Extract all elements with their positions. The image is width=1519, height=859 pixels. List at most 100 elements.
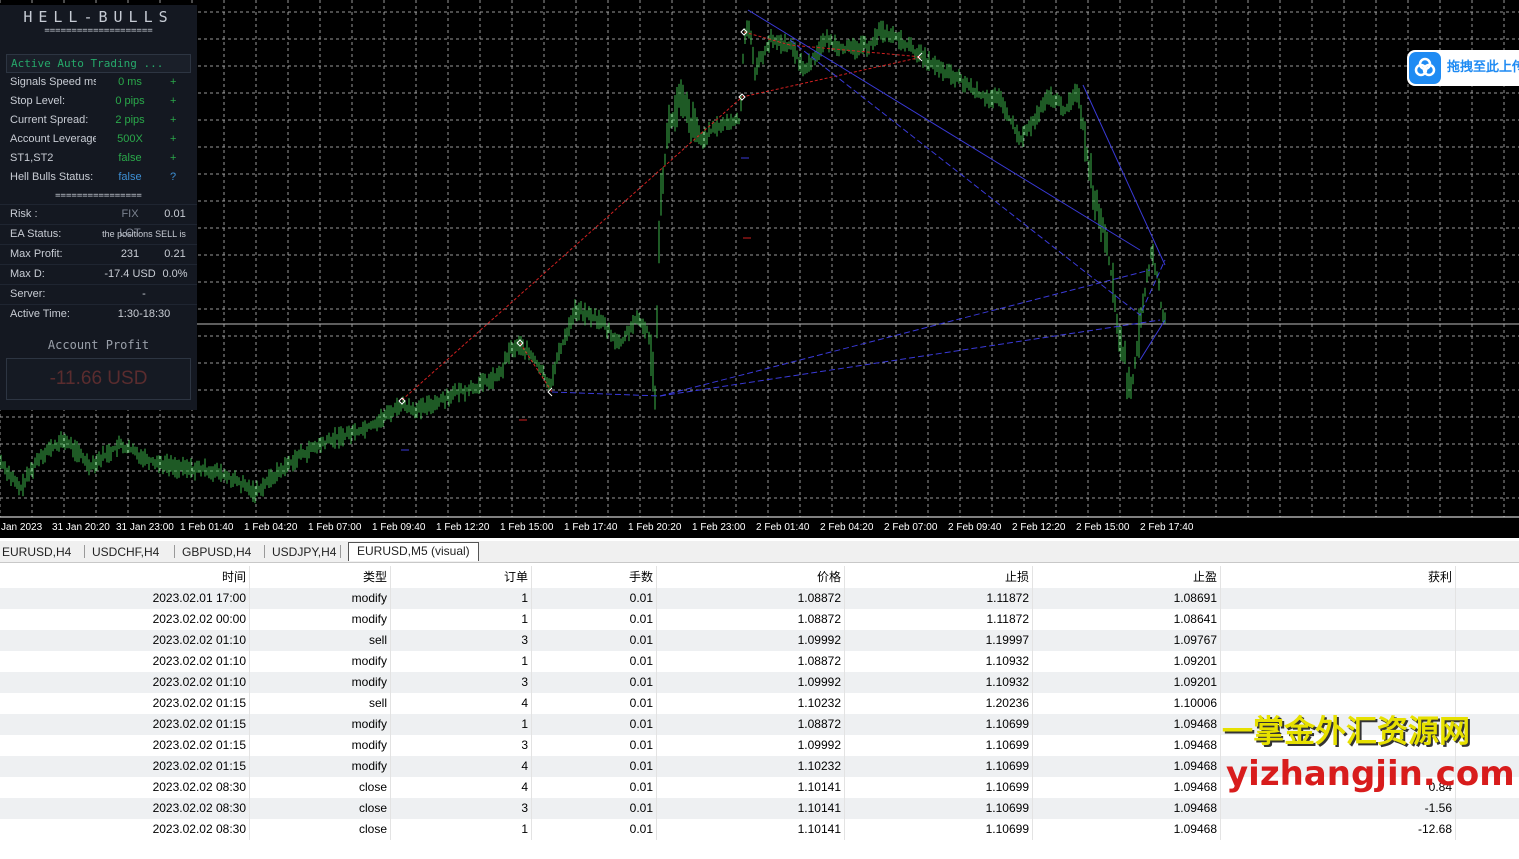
table-cell: 0.01 — [532, 651, 657, 672]
table-cell: 2023.02.02 01:15 — [0, 693, 250, 714]
table-cell: 1.09992 — [657, 672, 845, 693]
active-time-value: 1:30-18:30 — [117, 308, 171, 320]
upload-drop-button[interactable]: 拖拽至此上传 — [1407, 50, 1519, 86]
column-header[interactable]: 获利 — [1221, 566, 1456, 588]
time-axis-label: 1 Feb 20:20 — [628, 522, 682, 533]
time-axis-label: 2 Feb 04:20 — [820, 522, 874, 533]
table-cell: 1.08872 — [657, 609, 845, 630]
table-row[interactable]: 2023.02.02 08:30 close 3 0.01 1.10141 1.10699… — [0, 798, 1519, 819]
cloud-upload-icon — [1409, 52, 1441, 84]
column-header[interactable]: 订单 — [391, 566, 532, 588]
tab-gbpusd-h4[interactable]: GBPUSD,H4 — [182, 544, 251, 561]
table-cell: modify — [250, 735, 391, 756]
ea-separator-mid: ================ — [55, 191, 142, 201]
table-cell: 0.01 — [532, 735, 657, 756]
ea-status-value: false — [118, 152, 142, 164]
tab-usdchf-h4[interactable]: USDCHF,H4 — [92, 544, 159, 561]
max-dd-row: Max D: -17.4 USD 0.0% — [0, 264, 197, 284]
table-row[interactable]: 2023.02.02 01:10 modify 3 0.01 1.09992 1.1093… — [0, 672, 1519, 693]
column-header[interactable]: 止损 — [845, 566, 1033, 588]
time-axis: Jan 2023 31 Jan 20:20 31 Jan 23:00 1 Feb 01… — [0, 519, 1519, 536]
trendline-blue — [747, 9, 1141, 251]
table-cell: 1 — [391, 714, 532, 735]
ea-status-label: Hell Bulls Status: — [10, 171, 94, 183]
ea-status-mark: + — [170, 152, 177, 164]
table-row[interactable]: 2023.02.02 01:10 sell 3 0.01 1.09992 1.19997 1… — [0, 630, 1519, 651]
table-cell: modify — [250, 651, 391, 672]
trendline-blue — [1082, 84, 1166, 266]
table-cell: 1.09767 — [1033, 630, 1221, 651]
table-cell: 1.09468 — [1033, 798, 1221, 819]
table-cell: 3 — [391, 672, 532, 693]
time-axis-label: 2 Feb 01:40 — [756, 522, 810, 533]
table-cell: 4 — [391, 693, 532, 714]
ea-status-label: Stop Level: — [10, 95, 66, 107]
ea-status-row: Signals Speed ms 0 ms + — [0, 73, 197, 92]
table-cell: modify — [250, 756, 391, 777]
table-cell: close — [250, 777, 391, 798]
table-cell: 1.09201 — [1033, 672, 1221, 693]
table-cell: sell — [250, 630, 391, 651]
time-axis-label: 2 Feb 12:20 — [1012, 522, 1066, 533]
table-row[interactable]: 2023.02.01 17:00 modify 1 0.01 1.08872 1.1187… — [0, 588, 1519, 609]
table-cell: 1.09468 — [1033, 714, 1221, 735]
table-cell — [1221, 588, 1456, 609]
table-row[interactable]: 2023.02.02 00:00 modify 1 0.01 1.08872 1.1187… — [0, 609, 1519, 630]
time-axis-label: 1 Feb 15:00 — [500, 522, 554, 533]
risk-lot: 0.01 — [164, 208, 186, 220]
tab-eurusd-m5-visual-[interactable]: EURUSD,M5 (visual) — [348, 542, 479, 561]
table-cell: 0.01 — [532, 798, 657, 819]
ea-status-row: Stop Level: 0 pips + — [0, 92, 197, 111]
table-cell: 0.01 — [532, 672, 657, 693]
table-cell: 1 — [391, 651, 532, 672]
column-header[interactable]: 类型 — [250, 566, 391, 588]
table-cell: 0.01 — [532, 714, 657, 735]
trendline-blue — [659, 269, 1151, 397]
max-profit-value2: 0.21 — [164, 248, 186, 260]
table-cell: 1.10932 — [845, 672, 1033, 693]
time-axis-label: 1 Feb 17:40 — [564, 522, 618, 533]
tab-eurusd-h4[interactable]: EURUSD,H4 — [2, 544, 71, 561]
chart-canvas[interactable] — [0, 0, 1519, 538]
max-profit-row: Max Profit: 231 0.21 — [0, 244, 197, 264]
time-axis-label: 1 Feb 01:40 — [180, 522, 234, 533]
ea-info-panel: HELL-BULLS ==================== Active A… — [0, 5, 197, 410]
ea-status-mark: ? — [170, 171, 177, 183]
table-row[interactable]: 2023.02.02 08:30 close 1 0.01 1.10141 1.10699… — [0, 819, 1519, 840]
table-row[interactable]: 2023.02.02 01:10 modify 1 0.01 1.08872 1.1093… — [0, 651, 1519, 672]
server-value: - — [142, 288, 146, 300]
time-axis-label: 2 Feb 15:00 — [1076, 522, 1130, 533]
column-header[interactable]: 手数 — [532, 566, 657, 588]
column-header[interactable]: 价格 — [657, 566, 845, 588]
table-cell: 0.01 — [532, 693, 657, 714]
price-chart[interactable]: HELL-BULLS ==================== Active A… — [0, 0, 1519, 538]
table-cell: 1.09468 — [1033, 777, 1221, 798]
table-cell: 3 — [391, 798, 532, 819]
table-cell: 2023.02.02 08:30 — [0, 777, 250, 798]
table-cell: 2023.02.02 01:10 — [0, 630, 250, 651]
table-cell: 1.10932 — [845, 651, 1033, 672]
server-row: Server: - — [0, 284, 197, 304]
table-cell: 1.09468 — [1033, 819, 1221, 840]
ea-status-mark: + — [170, 95, 177, 107]
table-cell: 2023.02.01 17:00 — [0, 588, 250, 609]
ea-status-value: 500X — [117, 133, 143, 145]
time-axis-label: 31 Jan 23:00 — [116, 522, 174, 533]
column-header[interactable]: 止盈 — [1033, 566, 1221, 588]
table-cell: 1.10699 — [845, 819, 1033, 840]
chart-tabs: EURUSD,H4 USDCHF,H4 GBPUSD,H4 USDJPY,H4 EURU… — [0, 541, 1519, 563]
time-axis-label: 1 Feb 04:20 — [244, 522, 298, 533]
table-cell — [1221, 651, 1456, 672]
table-cell: 0.01 — [532, 609, 657, 630]
table-cell: 2023.02.02 08:30 — [0, 798, 250, 819]
column-header[interactable]: 时间 — [0, 566, 250, 588]
table-cell: 1 — [391, 588, 532, 609]
table-cell: modify — [250, 672, 391, 693]
time-axis-label: 2 Feb 17:40 — [1140, 522, 1194, 533]
upload-drop-label: 拖拽至此上传 — [1447, 60, 1519, 75]
table-cell: 1.20236 — [845, 693, 1033, 714]
table-cell: 1 — [391, 609, 532, 630]
ea-status-label: Current Spread: — [10, 114, 89, 126]
tab-usdjpy-h4[interactable]: USDJPY,H4 — [272, 544, 336, 561]
table-cell: 1 — [391, 819, 532, 840]
